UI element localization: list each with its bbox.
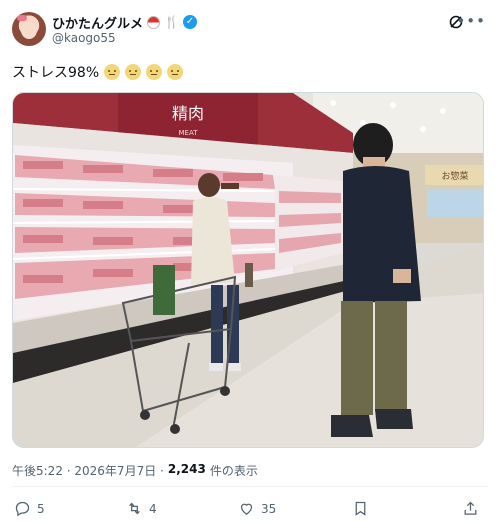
views-count: 2,243: [167, 462, 206, 476]
post-timestamp[interactable]: 午後5:22 · 2026年7月7日 ·: [12, 462, 164, 479]
cutlery-emoji-icon: 🍴: [164, 15, 179, 29]
post-metadata: 午後5:22 · 2026年7月7日 · 2,243 件の表示: [12, 462, 258, 479]
post-header: ひかたんグルメ 🍴 ✓ @kaogo55 •••: [12, 10, 488, 54]
repost-count: 4: [149, 501, 157, 516]
meat-sign-sublabel: MEAT: [179, 129, 199, 137]
post-text-content: ストレス98%: [12, 65, 100, 81]
views-label: 件の表示: [209, 464, 258, 478]
share-button[interactable]: [462, 500, 479, 517]
reply-button[interactable]: 5: [14, 500, 45, 517]
reply-count: 5: [37, 501, 45, 516]
expressionless-face-emoji-icon: [125, 64, 142, 80]
bookmark-icon: [355, 501, 366, 516]
like-count: 35: [261, 501, 277, 516]
expressionless-face-emoji-icon: [146, 64, 163, 80]
verified-badge-icon: ✓: [182, 15, 197, 29]
share-icon: [464, 501, 477, 515]
more-icon[interactable]: •••: [456, 12, 486, 30]
action-bar: 5 4 35: [12, 500, 488, 520]
supermarket-photo: 精肉 MEAT お惣菜: [13, 93, 483, 447]
post-photo[interactable]: 精肉 MEAT お惣菜: [12, 92, 484, 448]
repost-icon: [129, 502, 140, 515]
reply-icon: [15, 501, 30, 517]
deli-sign-label: お惣菜: [441, 170, 468, 182]
repost-button[interactable]: 4: [126, 500, 157, 517]
expressionless-face-emoji-icon: [167, 64, 184, 80]
meat-sign-label: 精肉: [172, 104, 204, 123]
expressionless-face-emoji-icon: [104, 64, 121, 80]
like-button[interactable]: 35: [238, 500, 276, 517]
ball-emoji-icon: [147, 15, 161, 29]
display-name-row[interactable]: ひかたんグルメ 🍴 ✓: [52, 12, 197, 32]
user-handle[interactable]: @kaogo55: [52, 31, 116, 45]
display-name[interactable]: ひかたんグルメ: [52, 13, 143, 32]
bookmark-button[interactable]: [352, 500, 369, 517]
divider: [12, 486, 488, 487]
post-text: ストレス98%: [12, 62, 184, 82]
heart-icon: [240, 503, 253, 515]
avatar[interactable]: [12, 12, 46, 46]
